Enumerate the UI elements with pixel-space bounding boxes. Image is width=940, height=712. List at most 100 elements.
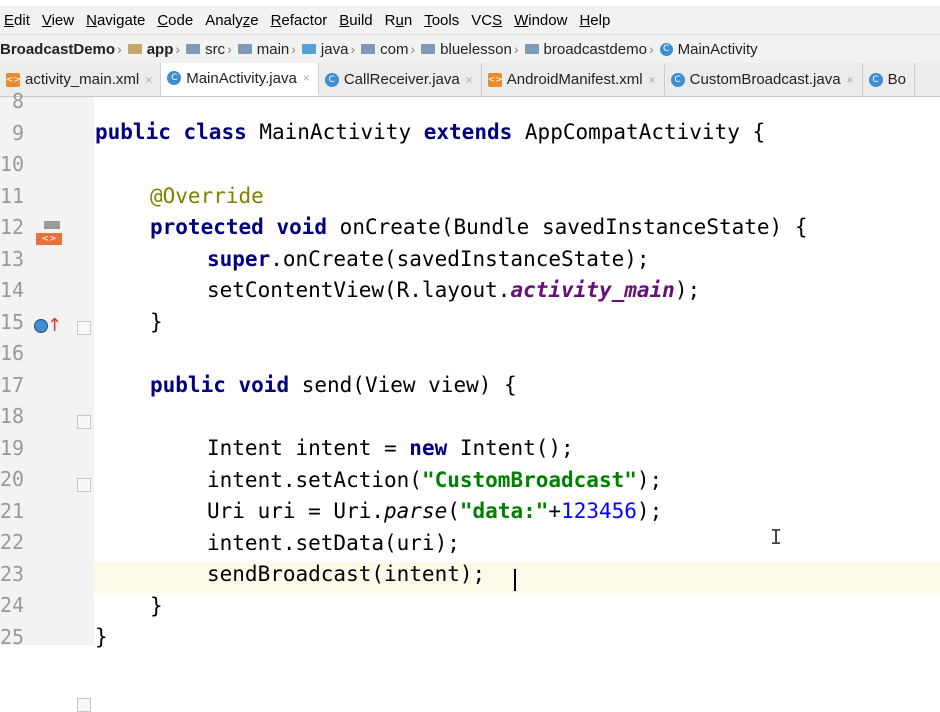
- chevron-right-icon: ›: [175, 41, 181, 57]
- chevron-right-icon: ›: [350, 41, 356, 57]
- breadcrumb-label: java: [320, 40, 349, 58]
- menu-item-text: iew: [51, 11, 75, 29]
- menu-item-mnemonic: W: [514, 11, 529, 29]
- menu-item[interactable]: Run: [381, 12, 417, 29]
- class-gutter-icon[interactable]: <>: [36, 221, 62, 247]
- menu-item[interactable]: View: [38, 12, 78, 29]
- menu-item[interactable]: Build: [335, 12, 376, 29]
- override-method-icon[interactable]: [34, 319, 48, 333]
- line-number: 15: [0, 309, 25, 334]
- menu-item-mnemonic: S: [492, 11, 503, 29]
- editor-tab[interactable]: C Bo: [863, 63, 915, 96]
- class-icon: C: [670, 72, 685, 87]
- keyword: super: [207, 247, 271, 271]
- breadcrumb-item[interactable]: java: [298, 40, 349, 58]
- code-line-24[interactable]: }: [150, 594, 163, 618]
- fold-end-send[interactable]: [77, 698, 91, 712]
- fold-end-oncreate[interactable]: [77, 415, 91, 429]
- code-line-12[interactable]: protected void onCreate(Bundle savedInst…: [150, 215, 807, 239]
- code-text: );: [636, 499, 663, 523]
- close-icon[interactable]: ×: [649, 73, 656, 87]
- folder-icon: [524, 44, 539, 54]
- close-icon[interactable]: ×: [466, 73, 473, 87]
- menu-item-text: elp: [590, 11, 611, 29]
- chevron-right-icon: ›: [117, 41, 122, 57]
- breadcrumb-item[interactable]: com: [357, 41, 408, 58]
- tab-label: CustomBroadcast.java: [689, 71, 841, 88]
- menu-item[interactable]: VCS: [467, 12, 506, 29]
- code-line-14[interactable]: setContentView(R.layout.activity_main);: [207, 278, 700, 302]
- code-line-15[interactable]: }: [150, 310, 163, 334]
- close-icon[interactable]: ×: [847, 73, 854, 87]
- menu-item[interactable]: Analyze: [201, 12, 262, 29]
- fold-toggle-oncreate[interactable]: [77, 321, 91, 335]
- menu-item[interactable]: Edit: [0, 12, 34, 29]
- menu-item[interactable]: Help: [575, 12, 614, 29]
- tab-label: MainActivity.java: [186, 69, 297, 87]
- editor-tab[interactable]: C CustomBroadcast.java ×: [665, 63, 863, 96]
- breadcrumb-item[interactable]: main: [234, 40, 290, 58]
- breadcrumb-project[interactable]: BroadcastDemo: [0, 41, 115, 58]
- code-line-17[interactable]: public void send(View view) {: [150, 373, 517, 397]
- menu-item[interactable]: Tools: [420, 12, 463, 29]
- class-name: MainActivity: [246, 120, 424, 144]
- code-editor[interactable]: <> ↑ public class MainActivity extends A…: [0, 89, 940, 712]
- close-icon[interactable]: ×: [145, 73, 152, 87]
- menu-item[interactable]: Window: [510, 12, 571, 29]
- editor-tab[interactable]: C CallReceiver.java ×: [319, 63, 482, 96]
- keyword: void: [238, 373, 290, 397]
- folder-icon: [186, 44, 201, 54]
- line-number: 17: [0, 372, 25, 397]
- menu-item[interactable]: Refactor: [267, 12, 332, 29]
- class-icon: C: [167, 71, 182, 85]
- code-text: onCreate(Bundle savedInstanceState) {: [327, 215, 808, 239]
- menu-item[interactable]: Navigate: [82, 12, 149, 29]
- up-arrow-icon[interactable]: ↑: [47, 315, 62, 336]
- breadcrumb-item[interactable]: C MainActivity: [656, 41, 758, 58]
- breadcrumb-item[interactable]: src: [182, 41, 225, 58]
- line-number: 24: [0, 593, 25, 617]
- tab-label: activity_main.xml: [25, 71, 140, 88]
- code-line-20[interactable]: intent.setAction("CustomBroadcast");: [207, 468, 662, 492]
- code-text: intent.setData(uri);: [207, 531, 460, 555]
- code-line-19[interactable]: Intent intent = new Intent();: [207, 436, 574, 460]
- keyword: extends: [423, 120, 513, 144]
- text-caret: [514, 569, 516, 591]
- folder-icon: [421, 44, 436, 54]
- menu-item[interactable]: Code: [153, 12, 197, 29]
- menu-item-mnemonic: V: [41, 11, 52, 29]
- code-line-11[interactable]: @Override: [150, 184, 264, 208]
- breadcrumb-item[interactable]: app: [124, 41, 173, 58]
- breadcrumb-item[interactable]: bluelesson: [417, 41, 512, 58]
- code-text: setContentView(R.layout.: [207, 278, 511, 302]
- code-line-13[interactable]: super.onCreate(savedInstanceState);: [207, 247, 650, 271]
- code-line-21[interactable]: Uri uri = Uri.parse("data:"+123456);: [207, 499, 662, 523]
- editor-tab[interactable]: C MainActivity.java ×: [161, 63, 319, 96]
- editor-tab[interactable]: <> activity_main.xml ×: [0, 63, 162, 96]
- menu-item-text: Analy: [205, 11, 243, 29]
- breadcrumb-label: src: [205, 40, 226, 58]
- code-line-9[interactable]: public class MainActivity extends AppCom…: [95, 120, 765, 144]
- fold-toggle-send[interactable]: [77, 478, 91, 492]
- chevron-right-icon: ›: [648, 41, 654, 57]
- class-icon: C: [324, 72, 339, 87]
- code-line-23[interactable]: sendBroadcast(intent);: [207, 562, 485, 586]
- class-icon: C: [659, 42, 673, 56]
- menu-item-mnemonic: B: [339, 11, 350, 29]
- code-text: AppCompatActivity {: [512, 120, 766, 144]
- line-number: 21: [0, 498, 25, 523]
- breadcrumb-label: main: [256, 40, 290, 58]
- breadcrumb-label: MainActivity: [677, 40, 758, 58]
- editor-tab[interactable]: <> AndroidManifest.xml ×: [482, 63, 665, 96]
- menu-item-text: ode: [168, 11, 194, 29]
- string-literal: "CustomBroadcast": [421, 468, 637, 492]
- line-number: 18: [0, 404, 25, 428]
- menu-item-mnemonic: u: [395, 11, 404, 29]
- code-line-25[interactable]: }: [95, 625, 108, 649]
- keyword: class: [183, 120, 247, 144]
- close-icon[interactable]: ×: [303, 71, 310, 85]
- breadcrumb-item[interactable]: broadcastdemo: [521, 41, 647, 58]
- code-line-22[interactable]: intent.setData(uri);: [207, 531, 460, 555]
- code-text: }: [95, 625, 108, 649]
- line-number: 11: [0, 183, 25, 208]
